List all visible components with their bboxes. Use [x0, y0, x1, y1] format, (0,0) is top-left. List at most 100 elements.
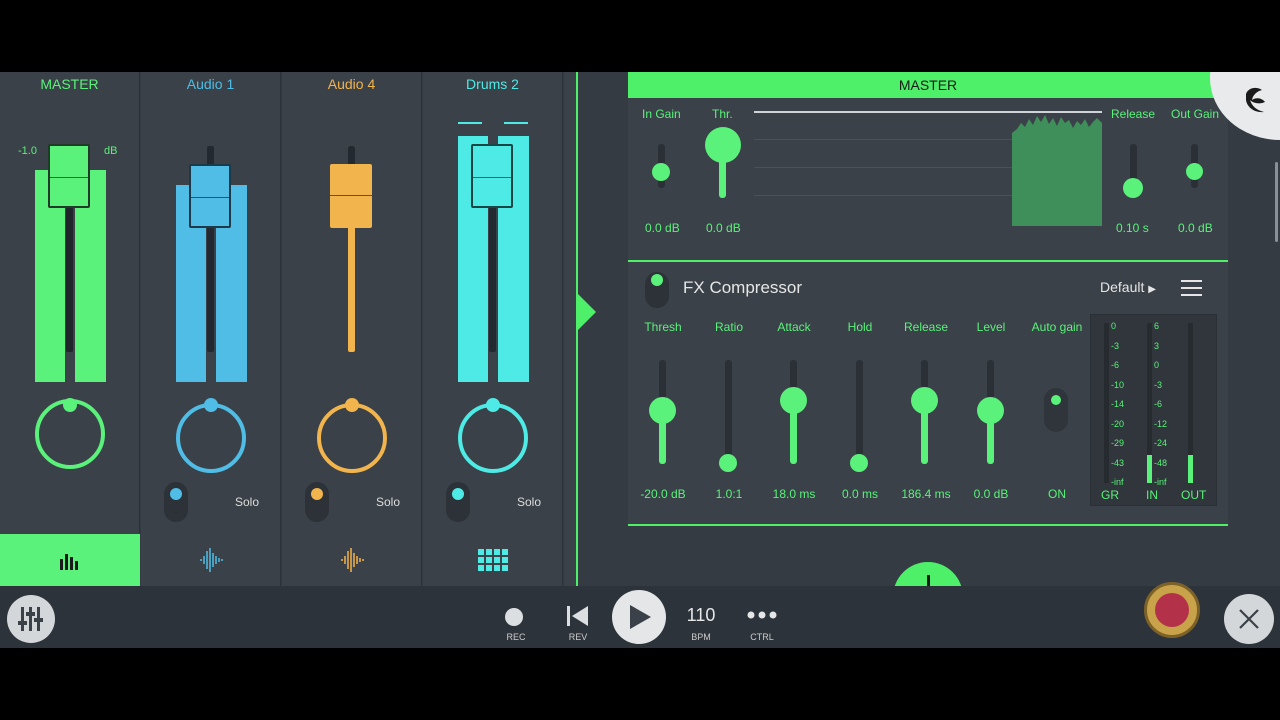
channel-footer-button[interactable] [141, 534, 281, 586]
meter-scale-tick: -inf [1154, 477, 1167, 487]
app-window: MASTER -1.0 dB Audio 1 Solo Audio 4 Solo… [0, 72, 1280, 648]
param-label-hold: Hold [847, 320, 873, 334]
param-label-attack: Attack [777, 320, 811, 334]
meter-scale-tick: -24 [1154, 438, 1168, 448]
play-button[interactable] [612, 590, 666, 644]
param-value-level: 0.0 dB [973, 487, 1009, 501]
user-avatar[interactable] [1144, 582, 1200, 638]
in-gain-slider[interactable] [652, 163, 670, 181]
pan-knob[interactable] [176, 403, 246, 473]
auto-gain-toggle[interactable] [1044, 388, 1068, 432]
meter-scale-tick: -43 [1111, 457, 1125, 468]
volume-fader[interactable] [471, 144, 513, 208]
out-gain-label: Out Gain [1171, 107, 1220, 121]
meter-scale-tick: -12 [1154, 418, 1168, 429]
out-meter-level [1188, 455, 1193, 483]
plugin-enable-toggle[interactable] [645, 272, 669, 308]
param-value-hold: 0.0 ms [841, 487, 878, 501]
pan-knob[interactable] [317, 403, 387, 473]
meter-scale-tick: 0 [1111, 321, 1117, 331]
auto-gain-dot [1051, 395, 1061, 405]
rewind-icon[interactable] [567, 606, 589, 626]
play-icon [630, 605, 651, 629]
fader-unit-label: dB [104, 145, 118, 157]
meter-scale-tick: -20 [1111, 418, 1125, 429]
bpm-value[interactable]: 110 [680, 605, 722, 626]
caret-right-icon: ▶ [1148, 284, 1156, 295]
release-slider[interactable] [1123, 178, 1143, 198]
expand-arrow-icon[interactable] [578, 294, 596, 330]
in-meter-level [1147, 455, 1152, 483]
scrollbar[interactable] [1275, 162, 1278, 242]
peak-marker-right [504, 122, 528, 124]
meter-scale-tick: -6 [1111, 360, 1120, 370]
volume-fader[interactable] [48, 144, 90, 208]
volume-fader[interactable] [189, 164, 231, 228]
hold-slider-track[interactable] [856, 360, 863, 464]
threshold-knob[interactable] [705, 127, 741, 163]
channel-name[interactable]: Audio 1 [141, 76, 280, 92]
meter-label-in: IN [1146, 488, 1158, 502]
meter-scale-tick: -10 [1111, 379, 1125, 390]
channel-name[interactable]: Audio 4 [282, 76, 421, 92]
ratio-slider-track[interactable] [725, 360, 732, 464]
waveform-icon [341, 548, 364, 572]
more-options-icon[interactable] [747, 611, 777, 619]
channel-footer-button[interactable] [282, 534, 422, 586]
pan-knob[interactable] [458, 403, 528, 473]
channel-strip-master: MASTER -1.0 dB [0, 72, 140, 586]
solo-label: Solo [376, 495, 401, 509]
param-value-release: 186.4 ms [901, 487, 951, 501]
param-label-auto-gain: Auto gain [1031, 320, 1083, 334]
menu-icon[interactable] [1181, 279, 1203, 297]
thresh-slider-knob[interactable] [649, 397, 676, 424]
peak-marker-left [458, 122, 482, 124]
solo-toggle[interactable] [305, 482, 329, 522]
param-label-thresh: Thresh [644, 320, 682, 334]
mixer-toggle-button[interactable] [7, 595, 55, 643]
param-value-thresh: -20.0 dB [640, 487, 686, 501]
io-scale: 6 3 0 -3 -6 -12 -24 -48 -inf [1154, 321, 1186, 489]
meter-scale-tick: 0 [1154, 360, 1160, 370]
level-slider-knob[interactable] [977, 397, 1004, 424]
meter-scale-tick: 3 [1154, 340, 1160, 351]
hold-slider-knob[interactable] [850, 454, 868, 472]
meter-scale-tick: -14 [1111, 399, 1125, 409]
fader-track-top [348, 146, 355, 166]
fruit-logo-icon [1246, 87, 1265, 113]
fader-slot [66, 208, 73, 352]
attack-slider-knob[interactable] [780, 387, 807, 414]
solo-toggle[interactable] [164, 482, 188, 522]
drum-grid-icon [478, 549, 508, 571]
out-gain-slider[interactable] [1186, 163, 1203, 180]
preset-selector[interactable]: Default ▶ [1100, 279, 1156, 295]
release-value: 0.10 s [1116, 221, 1149, 235]
waveform-icon [200, 548, 223, 572]
channel-name[interactable]: MASTER [0, 76, 139, 92]
channel-footer-button[interactable] [0, 534, 140, 586]
comp-release-slider-knob[interactable] [911, 387, 938, 414]
gr-meter-bar [1104, 323, 1109, 483]
threshold-label: Thr. [712, 107, 733, 121]
threshold-value: 0.0 dB [706, 221, 741, 235]
solo-label: Solo [235, 495, 260, 509]
channel-name[interactable]: Drums 2 [423, 76, 562, 92]
ratio-slider-knob[interactable] [719, 454, 737, 472]
panel-separator-bottom [628, 524, 1228, 526]
meter-scale-tick: -3 [1154, 379, 1163, 390]
rewind-label: REV [568, 632, 588, 642]
channel-strip-drums-2: Drums 2 Solo [423, 72, 563, 586]
param-label-release: Release [903, 320, 949, 334]
meter-label-out: OUT [1181, 488, 1207, 502]
meter-scale-tick: -inf [1111, 477, 1124, 487]
channel-footer-button[interactable] [423, 534, 563, 586]
close-button[interactable] [1224, 594, 1274, 644]
mixer-sliders-icon [18, 607, 43, 631]
out-gain-value: 0.0 dB [1178, 221, 1213, 235]
solo-toggle[interactable] [446, 482, 470, 522]
ctrl-label: CTRL [750, 632, 774, 642]
compressor-graph [754, 111, 1102, 226]
record-button[interactable] [505, 608, 523, 626]
channel-strip-audio-4: Audio 4 Solo [282, 72, 422, 586]
volume-fader[interactable] [330, 164, 372, 228]
